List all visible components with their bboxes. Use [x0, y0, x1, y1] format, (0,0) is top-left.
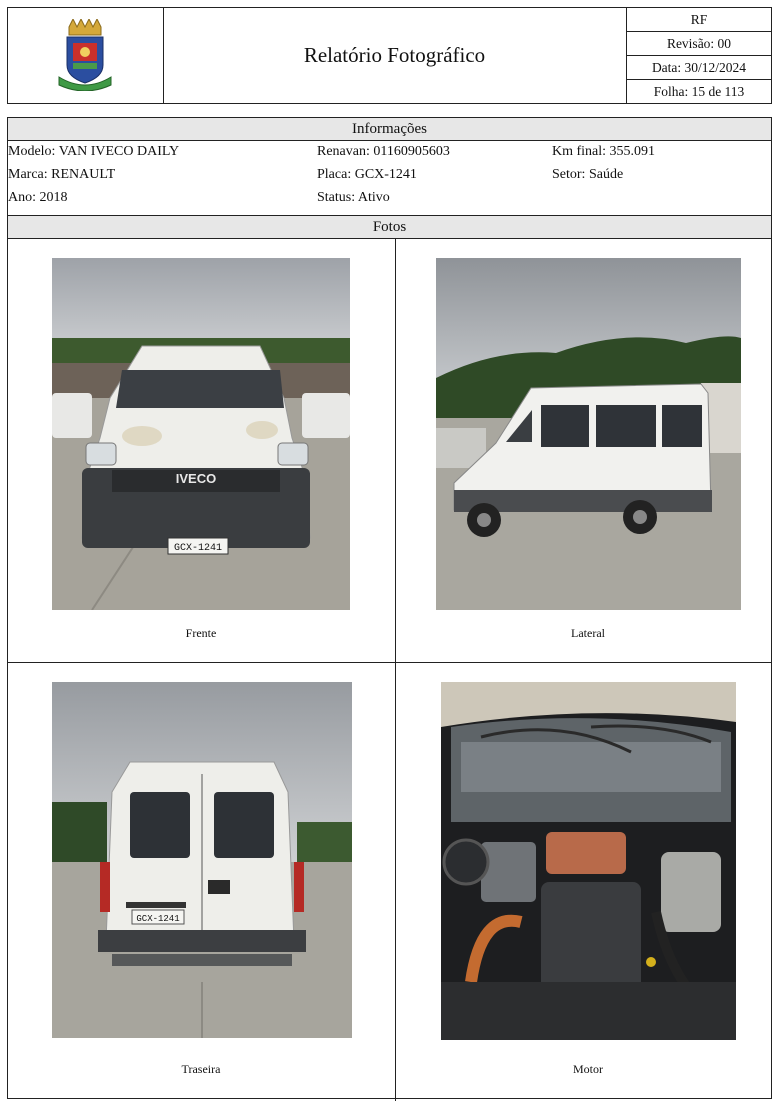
report-header: Relatório Fotográfico RF Revisão: 00 Dat… [7, 7, 772, 104]
grid-divider-vertical [395, 239, 396, 1101]
revision-number: Revisão: 00 [627, 32, 771, 56]
grille-badge-text: IVECO [176, 471, 216, 486]
field-status: Status: Ativo [317, 190, 390, 205]
grid-divider-horizontal [8, 662, 771, 663]
report-title: Relatório Fotográfico [163, 8, 627, 103]
front-plate-text: GCX-1241 [174, 543, 222, 554]
photos-section-title: Fotos [8, 216, 771, 239]
photo-caption-rear: Traseira [181, 1062, 221, 1076]
field-sector: Setor: Saúde [552, 167, 624, 182]
document-meta: RF Revisão: 00 Data: 30/12/2024 Folha: 1… [627, 8, 771, 103]
field-year: Ano: 2018 [8, 190, 68, 205]
field-km: Km final: 355.091 [552, 144, 656, 159]
rear-plate-text: GCX-1241 [136, 914, 179, 924]
vehicle-fields: Modelo: VAN IVECO DAILY Marca: RENAULT A… [8, 141, 771, 216]
document-date: Data: 30/12/2024 [627, 56, 771, 80]
field-renavan: Renavan: 01160905603 [317, 144, 450, 159]
logo-cell [8, 8, 164, 103]
photo-front: IVECO GCX-1241 [52, 258, 350, 610]
photo-rear: GCX-1241 [52, 682, 352, 1038]
photo-engine [441, 682, 736, 1040]
photo-grid: IVECO GCX-1241 Frente Lateral GCX-1241 T… [8, 239, 771, 1101]
info-section-title: Informações [8, 118, 771, 141]
photo-side [436, 258, 741, 610]
photo-caption-side: Lateral [571, 626, 605, 640]
field-model: Modelo: VAN IVECO DAILY [8, 144, 180, 159]
sheet-number: Folha: 15 de 113 [653, 84, 745, 99]
photo-caption-front: Frente [185, 626, 217, 640]
document-code: RF [627, 8, 771, 32]
vehicle-report-table: Informações Modelo: VAN IVECO DAILY Marc… [7, 117, 772, 1101]
field-brand: Marca: RENAULT [8, 167, 116, 182]
photo-caption-engine: Motor [573, 1062, 603, 1076]
field-plate: Placa: GCX-1241 [317, 167, 417, 182]
municipal-coat-of-arms-logo [58, 19, 112, 91]
